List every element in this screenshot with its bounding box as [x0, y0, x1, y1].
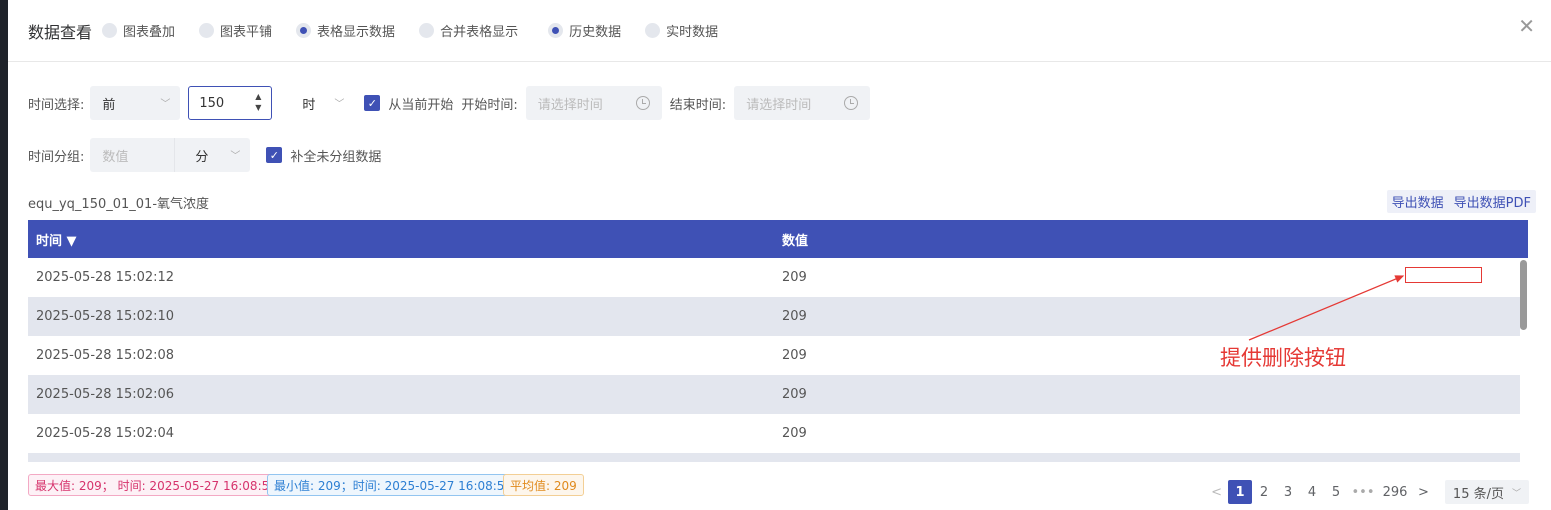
close-icon[interactable]: ✕	[1518, 14, 1535, 38]
table-scrollbar-thumb[interactable]	[1520, 260, 1527, 330]
column-header-value: 数值	[782, 233, 809, 249]
group-unit-select[interactable]: 分 ﹀	[174, 138, 251, 172]
min-value-tag: 最小值: 209；时间: 2025-05-27 16:08:52	[267, 474, 520, 496]
radio-chart-tile[interactable]: 图表平铺	[199, 21, 272, 40]
page-button[interactable]: 296	[1378, 480, 1412, 504]
time-group-label: 时间分组:	[28, 149, 85, 165]
annotation-text: 提供删除按钮	[1220, 346, 1346, 370]
check-icon: ✓	[266, 147, 283, 163]
time-select-row: 时间选择: 前 ﹀ 150 ▲ ▼ 时 ﹀ ✓ 从当前开始 开始时间: 请选择时间…	[28, 86, 871, 120]
chevron-down-icon: ﹀	[334, 99, 345, 110]
radio-icon	[102, 23, 118, 38]
end-time-label: 结束时间:	[669, 97, 727, 113]
radio-realtime-data[interactable]: 实时数据	[645, 21, 718, 40]
page-button[interactable]: 3	[1276, 480, 1300, 504]
more-pages-icon[interactable]: •••	[1348, 480, 1378, 504]
direction-select[interactable]: 前 ﹀	[90, 86, 181, 120]
avg-value-tag: 平均值: 209	[503, 474, 584, 496]
export-pdf-button[interactable]: 导出数据PDF	[1449, 192, 1536, 211]
table-row[interactable]: 2025-05-28 15:02:04 209	[28, 414, 1520, 453]
radio-merged-table[interactable]: 合并表格显示	[419, 21, 518, 40]
time-select-label: 时间选择:	[28, 97, 85, 113]
clock-icon	[844, 96, 859, 110]
next-page-icon[interactable]: >	[1412, 485, 1435, 500]
table-header: 时间 ▼ 数值	[28, 220, 1528, 258]
chevron-down-icon: ﹀	[1511, 488, 1521, 499]
radio-table-display[interactable]: 表格显示数据	[296, 21, 395, 40]
table-row[interactable]: 2025-05-28 15:02:06 209	[28, 375, 1520, 414]
chevron-down-icon: ﹀	[160, 99, 171, 110]
stepper-arrows-icon[interactable]: ▲ ▼	[255, 91, 261, 113]
radio-checked-icon	[548, 23, 564, 38]
clock-icon	[635, 96, 650, 110]
radio-chart-overlay[interactable]: 图表叠加	[102, 21, 175, 40]
chevron-down-icon: ﹀	[230, 151, 241, 162]
fill-ungrouped-checkbox[interactable]: ✓ 补全未分组数据	[266, 146, 381, 165]
page-button[interactable]: 5	[1324, 480, 1348, 504]
group-value-input[interactable]: 数值	[90, 138, 175, 172]
export-data-button[interactable]: 导出数据	[1387, 192, 1449, 211]
background-strip	[0, 0, 8, 510]
end-time-input[interactable]: 请选择时间	[734, 86, 871, 120]
dialog-header: 数据查看 图表叠加 图表平铺 表格显示数据 合并表格显示 历史数据 实时数据 ✕	[8, 0, 1551, 62]
radio-checked-icon	[296, 23, 312, 38]
table-row[interactable]	[28, 453, 1520, 462]
column-header-time[interactable]: 时间 ▼	[28, 230, 774, 249]
from-now-checkbox[interactable]: ✓ 从当前开始	[364, 94, 453, 113]
annotation-arrow-icon	[1248, 275, 1405, 341]
check-icon: ✓	[364, 95, 381, 111]
radio-icon	[199, 23, 215, 38]
page-button[interactable]: 4	[1300, 480, 1324, 504]
start-time-input[interactable]: 请选择时间	[525, 86, 662, 120]
pagination: < 1 2 3 4 5 ••• 296 > 15 条/页 ﹀	[1205, 480, 1529, 504]
time-group-row: 时间分组: 数值 分 ﹀ ✓ 补全未分组数据	[28, 138, 381, 172]
amount-stepper[interactable]: 150 ▲ ▼	[188, 86, 273, 120]
page-button[interactable]: 2	[1252, 480, 1276, 504]
radio-icon	[645, 23, 661, 38]
page-button[interactable]: 1	[1228, 480, 1253, 504]
start-time-label: 开始时间:	[461, 97, 518, 113]
radio-history-data[interactable]: 历史数据	[548, 21, 621, 40]
page-size-select[interactable]: 15 条/页 ﹀	[1444, 480, 1529, 504]
dialog-title: 数据查看	[28, 22, 93, 42]
unit-select[interactable]: 时 ﹀	[280, 86, 355, 120]
max-value-tag: 最大值: 209； 时间: 2025-05-27 16:08:52	[28, 474, 284, 496]
annotation-highlight-box	[1405, 267, 1482, 283]
table-title: equ_yq_150_01_01-氧气浓度	[28, 197, 210, 212]
radio-icon	[419, 23, 435, 38]
export-toolbar: 导出数据 导出数据PDF	[1386, 190, 1536, 213]
data-view-dialog: 数据查看 图表叠加 图表平铺 表格显示数据 合并表格显示 历史数据 实时数据 ✕…	[8, 0, 1551, 510]
prev-page-icon[interactable]: <	[1205, 485, 1228, 500]
